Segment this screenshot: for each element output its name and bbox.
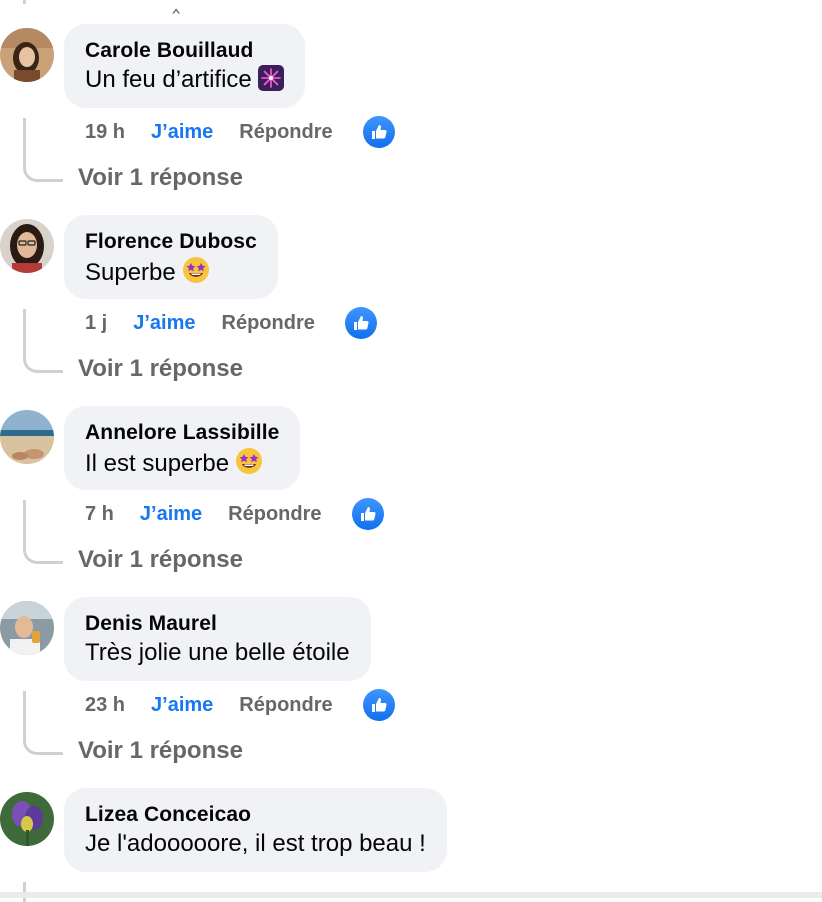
reply-connector — [23, 118, 63, 182]
view-replies-link[interactable]: Voir 1 réponse — [78, 164, 243, 192]
comment-thread: Florence Dubosc Superbe 1 j J’aime Répon… — [0, 215, 822, 407]
reply-button[interactable]: Répondre — [222, 312, 315, 335]
thread-line-top — [23, 0, 26, 4]
comment-thread: Lizea Conceicao Je l'adooooore, il est t… — [0, 788, 822, 902]
comment-text: Très jolie une belle étoile — [85, 639, 350, 666]
reply-button[interactable]: Répondre — [239, 694, 332, 717]
comment-text: Un feu d’artifice — [85, 66, 252, 93]
comment-thread: Denis Maurel Très jolie une belle étoile… — [0, 597, 822, 789]
view-replies-link[interactable]: Voir 1 réponse — [78, 355, 243, 383]
like-button[interactable]: J’aime — [140, 503, 202, 526]
comment-author[interactable]: Carole Bouillaud — [85, 39, 284, 63]
comment-author[interactable]: Lizea Conceicao — [85, 803, 426, 827]
fireworks-emoji — [257, 65, 284, 99]
comment-text-row: Superbe — [85, 256, 257, 292]
reply-connector — [23, 500, 63, 564]
comment-thread: Carole Bouillaud Un feu d’artifice 19 h … — [0, 24, 822, 216]
comment-author[interactable]: Annelore Lassibille — [85, 421, 279, 445]
like-reaction-icon[interactable] — [362, 116, 395, 148]
comment-thread: Annelore Lassibille Il est superbe 7 h J… — [0, 406, 822, 598]
like-reaction-icon[interactable] — [344, 307, 377, 339]
comment-bubble: Denis Maurel Très jolie une belle étoile — [64, 597, 371, 681]
comment-actions: 7 h J’aime Répondre — [85, 498, 384, 530]
star-struck-emoji — [235, 447, 263, 483]
comment-timestamp[interactable]: 1 j — [85, 312, 107, 335]
comment-actions: 1 j J’aime Répondre — [85, 307, 377, 339]
comment-text-row: Un feu d’artifice — [85, 65, 284, 99]
avatar[interactable] — [0, 410, 54, 464]
comment-timestamp[interactable]: 19 h — [85, 121, 125, 144]
comment-bubble: Lizea Conceicao Je l'adooooore, il est t… — [64, 788, 447, 872]
reply-button[interactable]: Répondre — [228, 503, 321, 526]
comment-author[interactable]: Denis Maurel — [85, 612, 350, 636]
like-button[interactable]: J’aime — [151, 121, 213, 144]
bottom-divider — [0, 892, 822, 898]
avatar[interactable] — [0, 28, 54, 82]
comment-actions: 23 h J’aime Répondre — [85, 689, 395, 721]
comment-author[interactable]: Florence Dubosc — [85, 230, 257, 254]
view-replies-link[interactable]: Voir 1 réponse — [78, 546, 243, 574]
avatar[interactable] — [0, 792, 54, 846]
comment-bubble: Florence Dubosc Superbe — [64, 215, 278, 299]
previous-reply-fragment: ‸ — [172, 0, 181, 14]
view-replies-link[interactable]: Voir 1 réponse — [78, 737, 243, 765]
comment-bubble: Annelore Lassibille Il est superbe — [64, 406, 301, 490]
reply-button[interactable]: Répondre — [239, 121, 332, 144]
comment-timestamp[interactable]: 7 h — [85, 503, 114, 526]
comment-actions: 19 h J’aime Répondre — [85, 116, 395, 148]
comment-timestamp[interactable]: 23 h — [85, 694, 125, 717]
like-reaction-icon[interactable] — [351, 498, 384, 530]
comment-text-row: Il est superbe — [85, 447, 279, 483]
avatar[interactable] — [0, 219, 54, 273]
like-button[interactable]: J’aime — [151, 694, 213, 717]
comment-bubble: Carole Bouillaud Un feu d’artifice — [64, 24, 305, 108]
comment-text: Il est superbe — [85, 450, 230, 477]
avatar[interactable] — [0, 601, 54, 655]
reply-connector — [23, 691, 63, 755]
star-struck-emoji — [182, 256, 210, 292]
reply-connector — [23, 309, 63, 373]
comment-text: Je l'adooooore, il est trop beau ! — [85, 830, 426, 857]
like-button[interactable]: J’aime — [133, 312, 195, 335]
comment-text: Superbe — [85, 259, 176, 286]
like-reaction-icon[interactable] — [362, 689, 395, 721]
